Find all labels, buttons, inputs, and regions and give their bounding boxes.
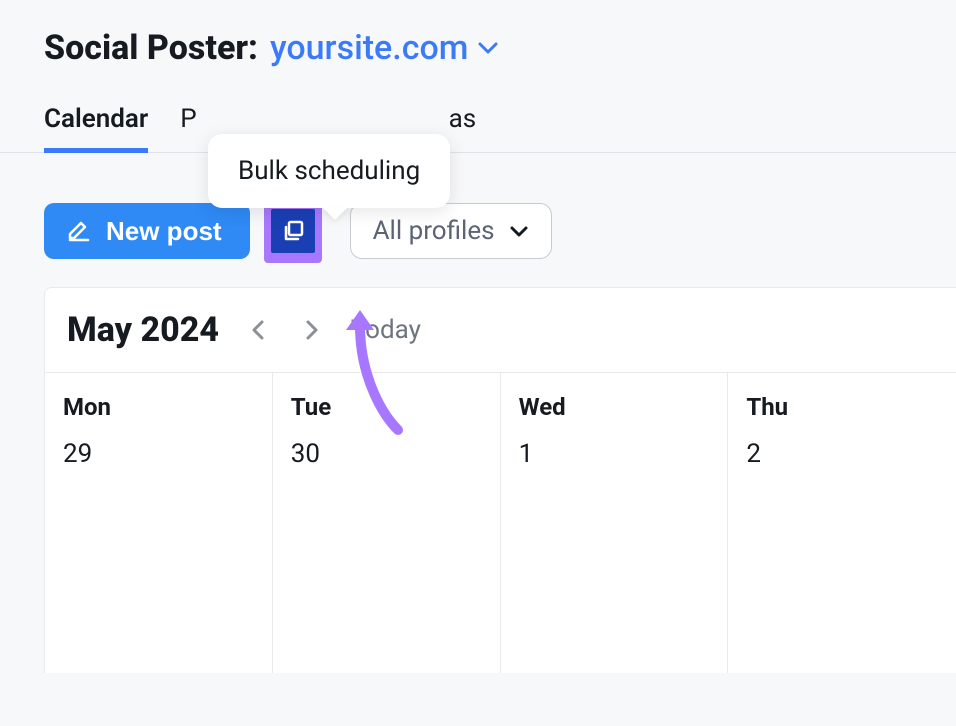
chevron-down-icon [509, 216, 529, 246]
tab-ideas-fragment[interactable]: as [449, 104, 477, 152]
domain-label: yoursite.com [270, 28, 468, 68]
day-cell-mon[interactable]: Mon 29 [45, 373, 273, 673]
prev-month-button[interactable] [243, 315, 273, 345]
bulk-scheduling-tooltip: Bulk scheduling [208, 134, 450, 208]
bulk-scheduling-inner [271, 209, 315, 253]
day-num: 29 [63, 439, 254, 469]
calendar-header: May 2024 Today [45, 288, 956, 372]
chevron-right-icon [304, 318, 320, 342]
day-name: Tue [291, 393, 482, 421]
new-post-button[interactable]: New post [44, 203, 250, 259]
toolbar: New post All profiles [0, 153, 956, 287]
chevron-left-icon [250, 318, 266, 342]
pencil-icon [66, 218, 92, 244]
day-name: Mon [63, 393, 254, 421]
tooltip-text: Bulk scheduling [238, 156, 420, 186]
bulk-scheduling-button[interactable] [264, 199, 322, 263]
today-button[interactable]: Today [351, 315, 421, 345]
tab-calendar[interactable]: Calendar [44, 104, 148, 152]
day-cell-thu[interactable]: Thu 2 [728, 373, 956, 673]
day-cell-tue[interactable]: Tue 30 [273, 373, 501, 673]
day-num: 2 [746, 439, 938, 469]
day-name: Thu [746, 393, 938, 421]
calendar-month: May 2024 [67, 310, 219, 350]
new-post-label: New post [106, 216, 222, 247]
tabs: Calendar P as [0, 92, 956, 153]
copy-stack-icon [280, 218, 306, 244]
day-num: 1 [519, 439, 710, 469]
domain-dropdown[interactable]: yoursite.com [270, 28, 498, 68]
page-title: Social Poster: yoursite.com [0, 0, 956, 92]
chevron-down-icon [478, 41, 498, 55]
profiles-label: All profiles [373, 216, 495, 246]
day-num: 30 [291, 439, 482, 469]
next-month-button[interactable] [297, 315, 327, 345]
page-title-prefix: Social Poster: [44, 28, 258, 68]
day-name: Wed [519, 393, 710, 421]
calendar-day-row: Mon 29 Tue 30 Wed 1 Thu 2 [45, 372, 956, 673]
tab-posts[interactable]: P [180, 104, 196, 152]
profiles-dropdown[interactable]: All profiles [350, 203, 552, 259]
calendar: May 2024 Today Mon 29 Tue 30 Wed 1 Thu 2 [44, 287, 956, 673]
day-cell-wed[interactable]: Wed 1 [501, 373, 729, 673]
